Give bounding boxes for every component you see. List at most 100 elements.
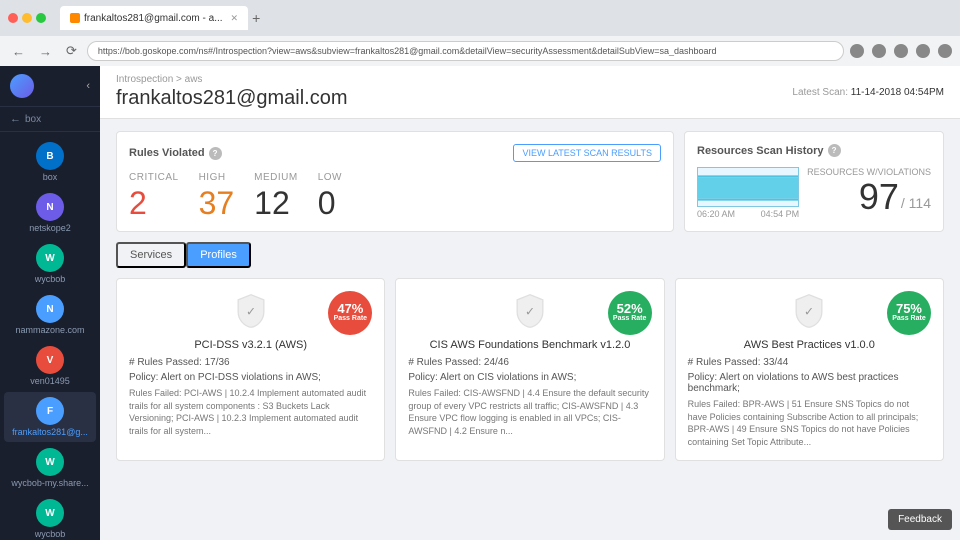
main-content: Introspection > aws frankaltos281@gmail.…	[100, 66, 960, 540]
violation-count-1: 37	[199, 187, 235, 219]
sidebar-label-4: ven01495	[30, 376, 70, 386]
sidebar-item-6[interactable]: Wwycbob-my.share...	[4, 443, 96, 493]
violation-level-2: MEDIUM	[254, 172, 298, 183]
scan-chart	[697, 167, 799, 207]
profile-rules-passed-1: # Rules Passed: 24/46	[408, 357, 651, 368]
violation-medium: MEDIUM 12	[254, 172, 298, 219]
profile-card-2: ✓ 75% Pass Rate AWS Best Practices v1.0.…	[675, 278, 944, 461]
cards-row: Rules Violated ? VIEW LATEST SCAN RESULT…	[116, 131, 944, 232]
pass-rate-circle-1: 52% Pass Rate	[608, 291, 652, 335]
sidebar-items: BboxNnetskope2WwycbobNnammazone.comVven0…	[0, 132, 100, 540]
latest-scan-info: Latest Scan: 11-14-2018 04:54PM	[792, 87, 944, 98]
resources-count: 97	[859, 179, 899, 215]
sidebar-item-0[interactable]: Bbox	[4, 137, 96, 187]
pass-rate-circle-0: 47% Pass Rate	[328, 291, 372, 335]
tab-profiles[interactable]: Profiles	[186, 242, 251, 268]
forward-button[interactable]: →	[35, 42, 56, 61]
rules-violated-info-icon[interactable]: ?	[209, 147, 222, 160]
tab-close-icon[interactable]: ✕	[231, 13, 239, 24]
favicon	[70, 13, 80, 23]
sidebar-back-label: box	[25, 114, 41, 125]
app: ‹ ← box BboxNnetskope2WwycbobNnammazone.…	[0, 66, 960, 540]
sidebar-item-5[interactable]: Ffrankaltos281@g...	[4, 392, 96, 442]
svg-text:✓: ✓	[525, 304, 535, 318]
browser-icons	[850, 44, 952, 58]
profile-rules-passed-2: # Rules Passed: 33/44	[688, 357, 931, 368]
chart-end-time: 04:54 PM	[761, 209, 800, 219]
pass-rate-badge-2: 75% Pass Rate	[887, 291, 931, 335]
profile-rules-failed-2: Rules Failed: BPR-AWS | 51 Ensure SNS To…	[688, 398, 931, 448]
sidebar-label-7: wycbob	[35, 529, 66, 539]
resources-total: / 114	[901, 195, 931, 211]
resources-history-title: Resources Scan History ?	[697, 144, 841, 157]
rules-violated-card: Rules Violated ? VIEW LATEST SCAN RESULT…	[116, 131, 674, 232]
sidebar-item-4[interactable]: Vven01495	[4, 341, 96, 391]
browser-icon-4	[916, 44, 930, 58]
feedback-button[interactable]: Feedback	[888, 509, 952, 530]
header-left: Introspection > aws frankaltos281@gmail.…	[116, 74, 348, 110]
chart-labels: 06:20 AM 04:54 PM	[697, 209, 799, 219]
sidebar-avatar-2: W	[36, 244, 64, 272]
profile-shield-0: ✓	[231, 291, 271, 331]
sidebar-label-2: wycbob	[35, 274, 66, 284]
profile-policy-1: Policy: Alert on CIS violations in AWS;	[408, 372, 651, 383]
violation-level-0: CRITICAL	[129, 172, 179, 183]
address-bar[interactable]: https://bob.goskope.com/ns#/Introspectio…	[87, 41, 844, 61]
profile-card-1: ✓ 52% Pass Rate CIS AWS Foundations Benc…	[395, 278, 664, 461]
sidebar-avatar-6: W	[36, 448, 64, 476]
violation-level-1: HIGH	[199, 172, 235, 183]
browser-chrome: frankaltos281@gmail.com - a... ✕ +	[0, 0, 960, 36]
latest-scan-time: 11-14-2018 04:54PM	[851, 87, 944, 98]
svg-text:✓: ✓	[804, 304, 814, 318]
close-button[interactable]	[8, 13, 18, 23]
view-latest-results-button[interactable]: VIEW LATEST SCAN RESULTS	[513, 144, 661, 162]
back-button[interactable]: ←	[8, 42, 29, 61]
maximize-button[interactable]	[36, 13, 46, 23]
chart-start-time: 06:20 AM	[697, 209, 735, 219]
logo-icon	[10, 74, 34, 98]
profile-shield-1: ✓	[510, 291, 550, 331]
svg-text:✓: ✓	[246, 304, 256, 318]
address-bar-row: ← → ⟳ https://bob.goskope.com/ns#/Intros…	[0, 36, 960, 66]
browser-tab[interactable]: frankaltos281@gmail.com - a... ✕	[60, 6, 248, 30]
rules-violated-title: Rules Violated ?	[129, 147, 222, 160]
new-tab-button[interactable]: +	[252, 10, 260, 26]
sidebar-item-1[interactable]: Nnetskope2	[4, 188, 96, 238]
pass-rate-circle-2: 75% Pass Rate	[887, 291, 931, 335]
minimize-button[interactable]	[22, 13, 32, 23]
rules-violated-header: Rules Violated ? VIEW LATEST SCAN RESULT…	[129, 144, 661, 162]
violation-high: HIGH 37	[199, 172, 235, 219]
sidebar-item-3[interactable]: Nnammazone.com	[4, 290, 96, 340]
pass-rate-badge-1: 52% Pass Rate	[608, 291, 652, 335]
sidebar-item-7[interactable]: Wwycbob	[4, 494, 96, 540]
sidebar-avatar-0: B	[36, 142, 64, 170]
sidebar-label-0: box	[43, 172, 58, 182]
violation-level-3: LOW	[318, 172, 342, 183]
sidebar-item-2[interactable]: Wwycbob	[4, 239, 96, 289]
violation-count-2: 12	[254, 187, 298, 219]
violation-count-0: 2	[129, 187, 179, 219]
browser-icon-3	[894, 44, 908, 58]
tab-bar: frankaltos281@gmail.com - a... ✕ +	[60, 6, 260, 30]
profile-rules-passed-0: # Rules Passed: 17/36	[129, 357, 372, 368]
profile-policy-0: Policy: Alert on PCI-DSS violations in A…	[129, 372, 372, 383]
back-arrow-icon: ←	[10, 113, 21, 125]
profile-shield-2: ✓	[789, 291, 829, 331]
sidebar-back-nav[interactable]: ← box	[0, 107, 100, 132]
profile-name-1: CIS AWS Foundations Benchmark v1.2.0	[408, 339, 651, 351]
sidebar-avatar-4: V	[36, 346, 64, 374]
profile-policy-2: Policy: Alert on violations to AWS best …	[688, 372, 931, 394]
resources-history-info-icon[interactable]: ?	[828, 144, 841, 157]
traffic-lights	[8, 13, 46, 23]
profile-header-1: ✓ 52% Pass Rate	[408, 291, 651, 331]
sidebar-label-3: nammazone.com	[15, 325, 84, 335]
profile-rules-failed-0: Rules Failed: PCI-AWS | 10.2.4 Implement…	[129, 387, 372, 437]
tab-title: frankaltos281@gmail.com - a...	[84, 13, 223, 24]
breadcrumb: Introspection > aws	[116, 74, 348, 85]
tab-services[interactable]: Services	[116, 242, 186, 268]
reload-button[interactable]: ⟳	[62, 41, 81, 61]
sidebar-label-6: wycbob-my.share...	[11, 478, 88, 488]
sidebar: ‹ ← box BboxNnetskope2WwycbobNnammazone.…	[0, 66, 100, 540]
sidebar-avatar-7: W	[36, 499, 64, 527]
sidebar-collapse-button[interactable]: ‹	[86, 80, 90, 92]
